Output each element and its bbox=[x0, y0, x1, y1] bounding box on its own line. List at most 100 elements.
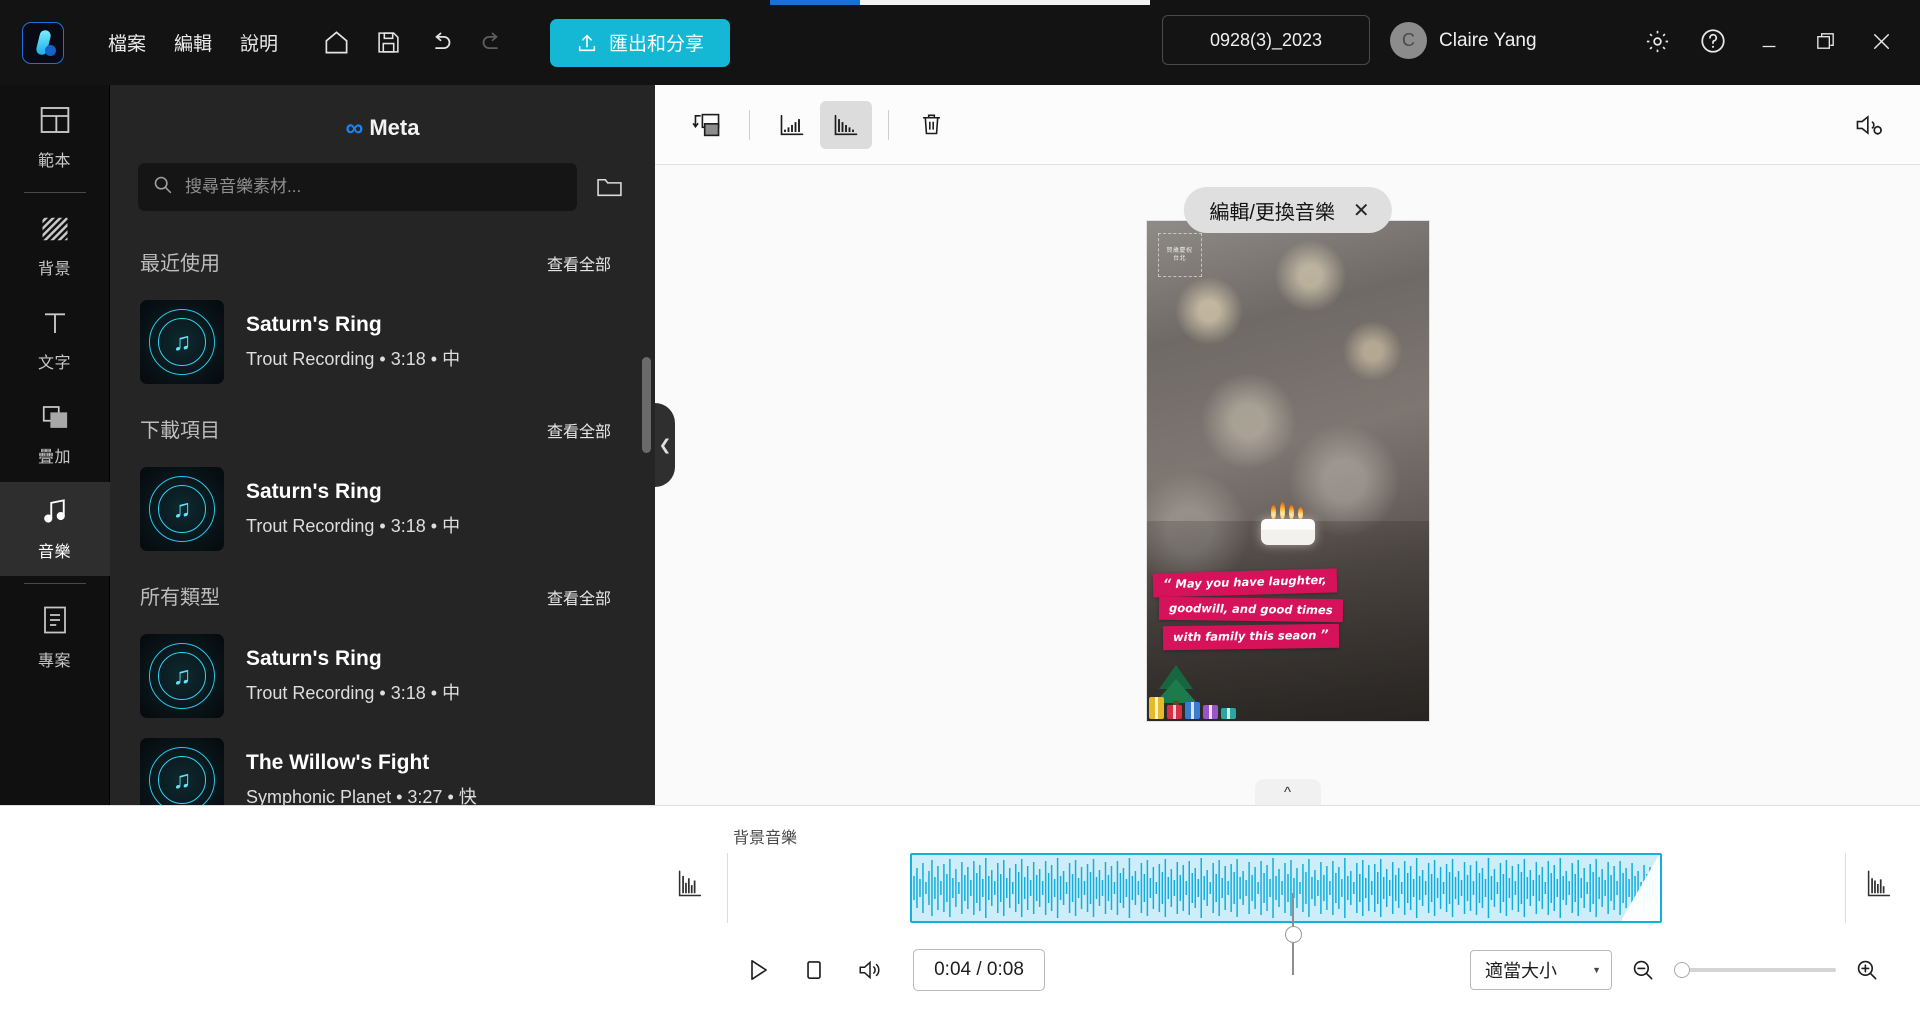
workspace: 範本 背景 文字 疊加 音樂 專案 ∞ Meta 搜尋音樂素材... 最近使用 … bbox=[0, 85, 1920, 805]
edit-music-pill[interactable]: 編輯/更換音樂 ✕ bbox=[1183, 187, 1392, 233]
save-icon[interactable] bbox=[366, 21, 410, 65]
preview-corner-logo: 賀歲慶祝 台北 bbox=[1157, 233, 1202, 277]
restore-icon[interactable] bbox=[1802, 18, 1848, 64]
audio-level-icon[interactable] bbox=[677, 869, 703, 904]
timeline-track-label: 背景音樂 bbox=[733, 830, 798, 847]
track-subtitle: Symphonic Planet • 3:27 • 快 bbox=[246, 787, 477, 805]
cake-body bbox=[1260, 519, 1315, 545]
video-preview[interactable]: 賀歲慶祝 台北 “ May you have laughter, goodwill… bbox=[1146, 221, 1429, 721]
quote-text: with family this seaon bbox=[1172, 628, 1316, 645]
cake-flame bbox=[1270, 505, 1276, 519]
time-display[interactable]: 0:04 / 0:08 bbox=[913, 949, 1045, 991]
play-icon[interactable] bbox=[735, 948, 781, 992]
left-rail: 範本 背景 文字 疊加 音樂 專案 bbox=[0, 85, 110, 805]
fade-in-icon[interactable] bbox=[766, 101, 818, 149]
zoom-slider[interactable] bbox=[1674, 960, 1836, 980]
sidebar-item-overlay[interactable]: 疊加 bbox=[0, 388, 110, 482]
rail-divider-1 bbox=[23, 192, 86, 193]
menu-file[interactable]: 檔案 bbox=[94, 23, 160, 62]
app-window: 檔案 編輯 說明 匯出和分享 0928(3)_2023 C Claire Yan… bbox=[0, 0, 1920, 1014]
minimize-icon[interactable] bbox=[1746, 18, 1792, 64]
audio-settings-icon[interactable] bbox=[1844, 101, 1894, 149]
quote-close-mark: ” bbox=[1319, 627, 1329, 644]
panel-collapse-handle[interactable]: ❮ bbox=[655, 403, 675, 487]
preview-gift bbox=[1184, 702, 1200, 719]
music-list[interactable]: 最近使用 查看全部 ♫ Saturn's Ring Trout Recordin… bbox=[110, 211, 655, 805]
quote-open-mark: “ bbox=[1162, 577, 1172, 593]
search-icon bbox=[152, 174, 173, 200]
audio-fade-icon[interactable] bbox=[1866, 869, 1892, 904]
document-name-field[interactable]: 0928(3)_2023 bbox=[1162, 15, 1370, 65]
zoom-in-icon[interactable] bbox=[1850, 953, 1884, 987]
music-search-box[interactable] bbox=[138, 163, 577, 211]
track-item[interactable]: ♫ Saturn's Ring Trout Recording • 3:18 •… bbox=[110, 624, 655, 728]
playhead-knob[interactable] bbox=[1285, 926, 1302, 943]
music-panel-scrollbar[interactable] bbox=[642, 357, 651, 453]
menu-edit[interactable]: 編輯 bbox=[160, 23, 226, 62]
template-icon bbox=[39, 105, 71, 140]
export-share-button[interactable]: 匯出和分享 bbox=[550, 18, 731, 67]
stop-icon[interactable] bbox=[791, 948, 837, 992]
track-item[interactable]: ♫ Saturn's Ring Trout Recording • 3:18 •… bbox=[110, 457, 655, 561]
replace-media-icon[interactable] bbox=[681, 101, 733, 149]
track-meta: Saturn's Ring Trout Recording • 3:18 • 中 bbox=[246, 480, 460, 538]
timeline-expand-button[interactable]: ^ bbox=[1254, 779, 1321, 805]
track-item[interactable]: ♫ The Willow's Fight Symphonic Planet • … bbox=[110, 728, 655, 805]
audio-clip[interactable] bbox=[910, 853, 1662, 923]
track-subtitle: Trout Recording • 3:18 • 中 bbox=[246, 683, 461, 703]
zoom-level-select[interactable]: 適當大小 ▼ bbox=[1470, 950, 1612, 990]
section-header-all-genres: 所有類型 查看全部 bbox=[110, 561, 655, 624]
user-account[interactable]: C Claire Yang bbox=[1390, 22, 1537, 59]
zoom-out-icon[interactable] bbox=[1626, 953, 1660, 987]
sidebar-item-text[interactable]: 文字 bbox=[0, 294, 110, 388]
track-thumbnail: ♫ bbox=[140, 634, 224, 718]
track-item[interactable]: ♫ Saturn's Ring Trout Recording • 3:18 •… bbox=[110, 290, 655, 394]
preview-gift bbox=[1148, 697, 1164, 719]
zoom-level-label: 適當大小 bbox=[1485, 961, 1557, 981]
redo-icon[interactable] bbox=[470, 21, 514, 65]
title-bar: 檔案 編輯 說明 匯出和分享 0928(3)_2023 C Claire Yan… bbox=[0, 0, 1920, 85]
window-controls bbox=[1634, 18, 1904, 64]
clip-toolbar bbox=[655, 85, 1920, 165]
track-title: Saturn's Ring bbox=[246, 647, 382, 670]
music-search-input[interactable] bbox=[185, 177, 563, 197]
cake-flame bbox=[1297, 507, 1303, 519]
undo-icon[interactable] bbox=[418, 21, 462, 65]
sidebar-item-project[interactable]: 專案 bbox=[0, 591, 110, 685]
see-all-link[interactable]: 查看全部 bbox=[547, 418, 611, 442]
timeline-gutter-divider bbox=[727, 853, 728, 923]
meta-logo-icon: ∞ bbox=[345, 113, 364, 142]
see-all-link[interactable]: 查看全部 bbox=[547, 251, 611, 275]
preview-quote-line: with family this seaon ” bbox=[1162, 623, 1339, 651]
track-thumbnail: ♫ bbox=[140, 467, 224, 551]
see-all-link[interactable]: 查看全部 bbox=[547, 585, 611, 609]
home-icon[interactable] bbox=[314, 21, 358, 65]
music-panel: ∞ Meta 最近使用 查看全部 bbox=[110, 85, 655, 805]
section-title: 所有類型 bbox=[140, 587, 220, 609]
volume-icon[interactable] bbox=[847, 948, 893, 992]
zoom-slider-knob[interactable] bbox=[1674, 962, 1690, 978]
music-note-icon: ♫ bbox=[172, 494, 192, 523]
track-thumbnail: ♫ bbox=[140, 738, 224, 805]
close-icon[interactable] bbox=[1858, 18, 1904, 64]
menu-help[interactable]: 說明 bbox=[226, 23, 292, 62]
help-icon[interactable] bbox=[1690, 18, 1736, 64]
fade-out-icon[interactable] bbox=[820, 100, 872, 149]
music-note-icon: ♫ bbox=[172, 661, 192, 690]
preview-gift bbox=[1166, 705, 1182, 719]
app-logo[interactable] bbox=[22, 21, 64, 64]
folder-open-icon[interactable] bbox=[589, 167, 629, 207]
section-title: 下載項目 bbox=[140, 420, 220, 442]
delete-icon[interactable] bbox=[905, 101, 957, 149]
preview-quote-line: goodwill, and good times bbox=[1158, 596, 1343, 623]
sidebar-item-background[interactable]: 背景 bbox=[0, 200, 110, 294]
sidebar-item-music[interactable]: 音樂 bbox=[0, 482, 110, 576]
sidebar-item-templates[interactable]: 範本 bbox=[0, 91, 110, 185]
app-logo-dot bbox=[45, 44, 56, 56]
close-icon[interactable]: ✕ bbox=[1353, 198, 1370, 223]
toolbar-divider-1 bbox=[749, 109, 750, 140]
gear-icon[interactable] bbox=[1634, 18, 1680, 64]
track-thumbnail: ♫ bbox=[140, 300, 224, 384]
timeline-zoom-controls: 適當大小 ▼ bbox=[1470, 950, 1884, 990]
track-meta: The Willow's Fight Symphonic Planet • 3:… bbox=[246, 751, 477, 805]
